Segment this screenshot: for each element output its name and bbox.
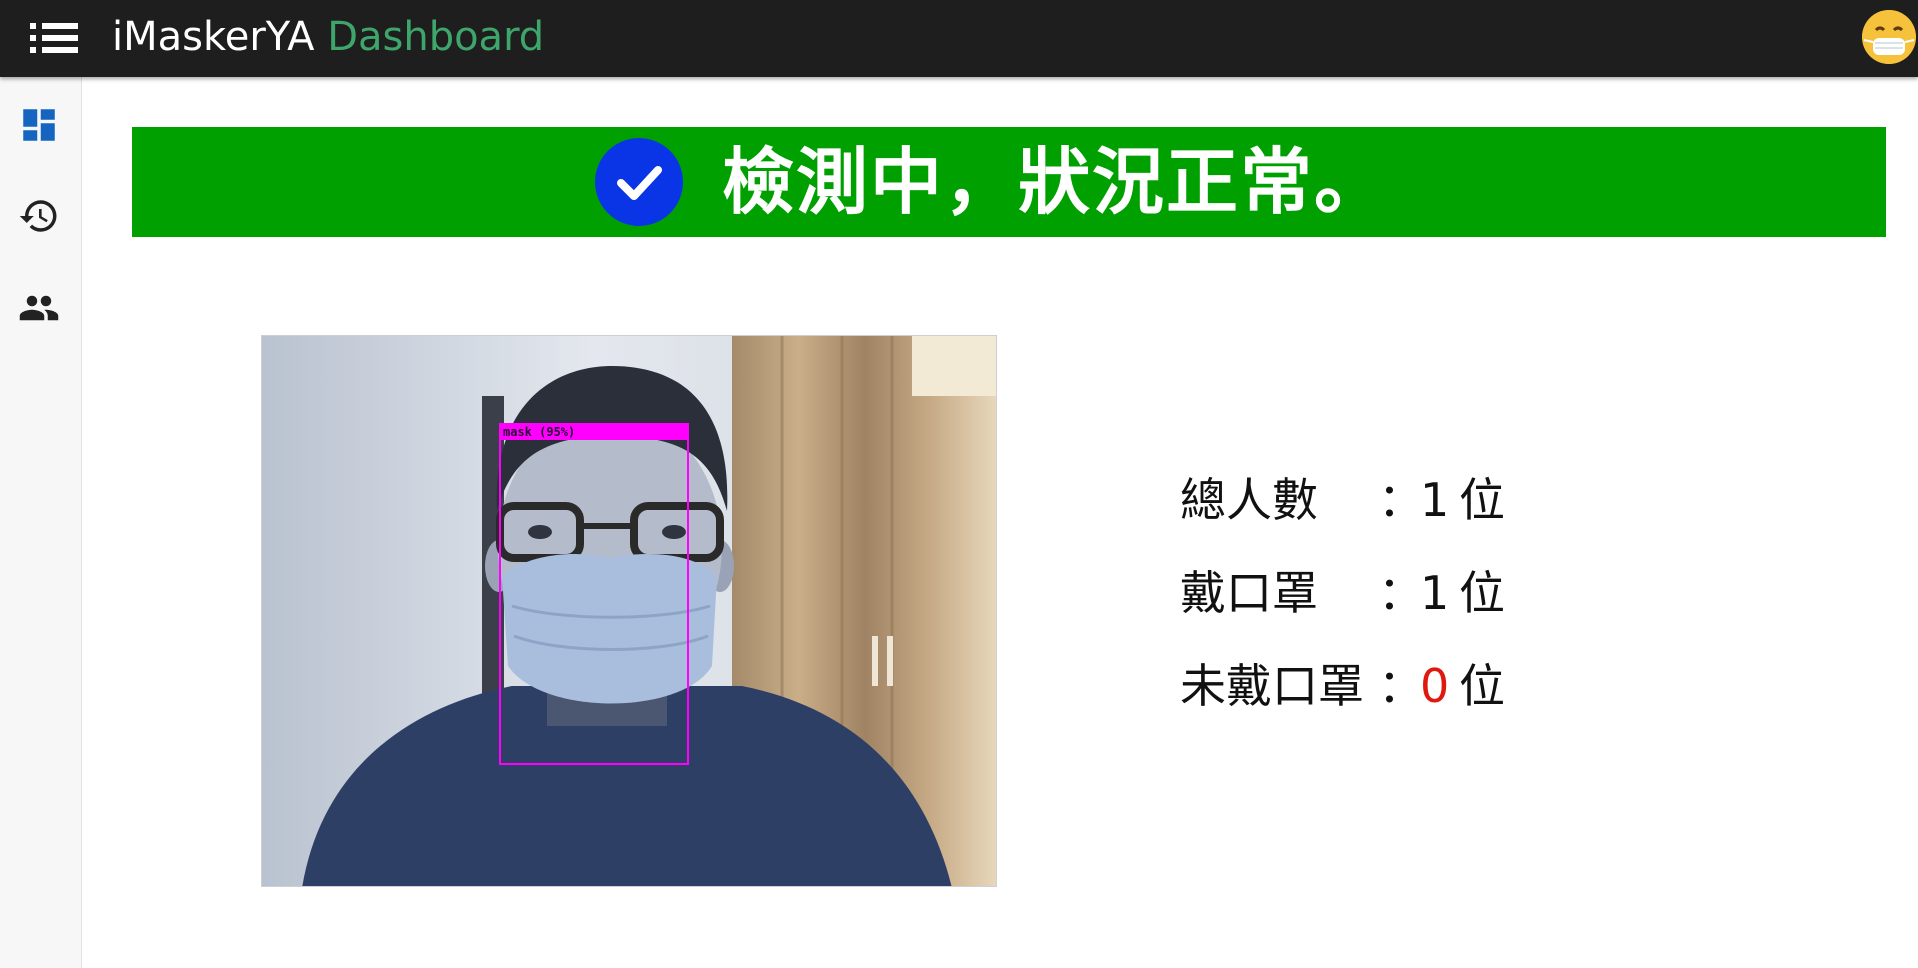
sidebar-item-history[interactable] (18, 195, 60, 237)
stat-masked-label: 戴口罩 (1180, 566, 1318, 620)
people-icon (19, 295, 59, 321)
dashboard-icon (23, 109, 55, 141)
status-message: 檢測中，狀況正常。 (722, 140, 1389, 224)
stat-masked-value: 1 (1420, 566, 1450, 620)
app-title-suffix: Dashboard (327, 14, 545, 60)
menu-list-icon (30, 23, 78, 53)
stat-total-label: 總人數 (1180, 473, 1318, 527)
app-title: iMaskerYA Dashboard (112, 12, 544, 62)
user-avatar[interactable] (1862, 10, 1916, 64)
detection-label: mask (95%) (503, 425, 575, 439)
history-icon (19, 200, 57, 232)
sidebar-item-dashboard[interactable] (18, 104, 60, 146)
status-banner: 檢測中，狀況正常。 (132, 127, 1886, 237)
stat-unmasked-unit: 位 (1459, 659, 1505, 713)
stat-total-unit: 位 (1459, 473, 1505, 527)
app-name: iMaskerYA (112, 14, 315, 60)
stat-total-value: 1 (1420, 473, 1450, 527)
sidebar-nav (0, 77, 82, 968)
stat-masked-colon: ： (1378, 566, 1424, 620)
check-circle-icon (595, 138, 683, 226)
stat-unmasked-label: 未戴口罩 (1180, 659, 1364, 713)
top-app-bar: iMaskerYA Dashboard (0, 0, 1918, 77)
stat-masked-unit: 位 (1459, 566, 1505, 620)
sidebar-item-people[interactable] (18, 287, 60, 329)
stat-total-colon: ： (1378, 473, 1424, 527)
camera-feed: mask (95%) (261, 335, 997, 887)
stat-unmasked-colon: ： (1378, 659, 1424, 713)
menu-button[interactable] (26, 19, 82, 57)
mask-face-emoji-icon (1862, 10, 1916, 64)
stat-unmasked-value: 0 (1420, 659, 1450, 713)
